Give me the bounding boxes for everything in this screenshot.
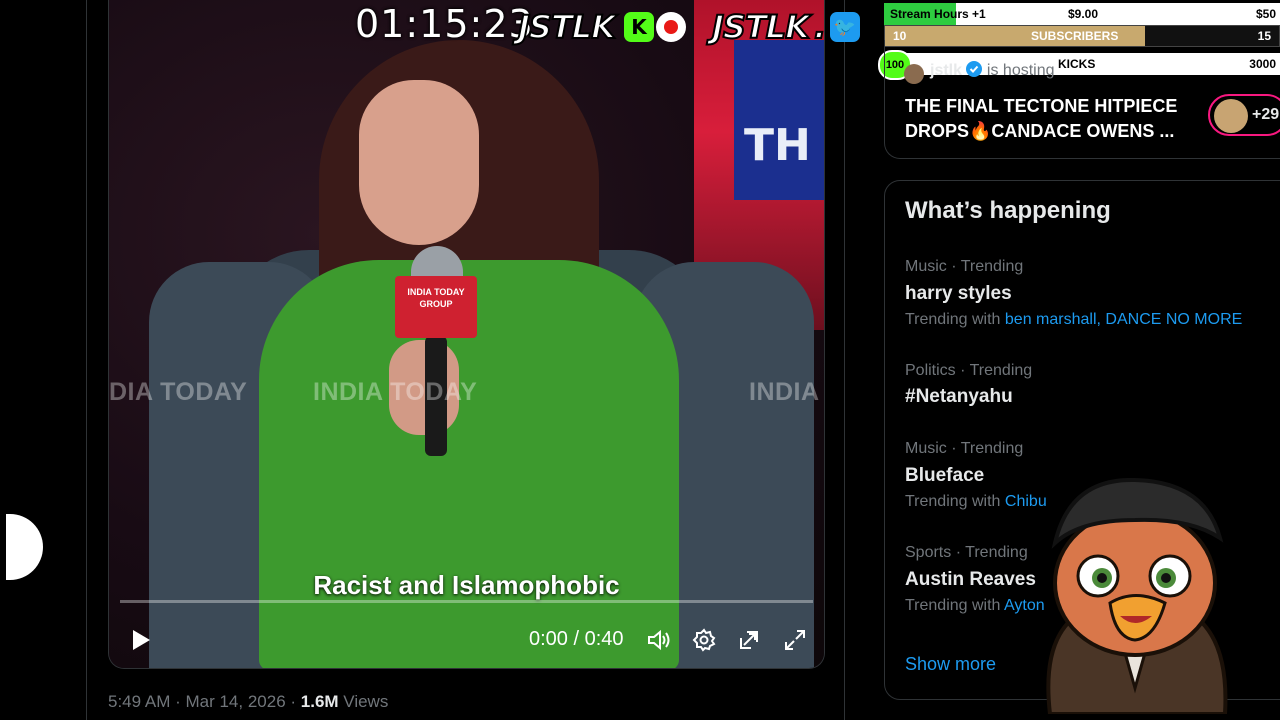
trend-link[interactable]: DANCE NO MORE <box>1105 311 1242 328</box>
speaker-face <box>359 80 479 245</box>
trend-category: Music · Trending <box>905 258 1024 275</box>
listener-count: +29 <box>1252 106 1280 123</box>
watermark-right: INDIA <box>749 378 820 406</box>
whats-happening-heading: What’s happening <box>905 197 1111 224</box>
stage-screen-letters: TH <box>744 120 811 171</box>
video-progress-bar[interactable] <box>120 600 813 603</box>
settings-icon <box>692 628 716 652</box>
tweet-views-label: Views <box>338 692 389 711</box>
fullscreen-icon <box>785 630 805 650</box>
left-column-divider <box>86 0 87 720</box>
space-host[interactable]: jstlk is hosting <box>930 61 1055 80</box>
watermark-left: DIA TODAY <box>109 378 248 406</box>
space-title[interactable]: THE FINAL TECTONE HITPIECE DROPS🔥CANDACE… <box>905 94 1195 144</box>
trend-with-label: Trending with <box>905 597 1001 614</box>
video-time: 0:00 / 0:40 <box>529 628 624 650</box>
video-caption: Racist and Islamophobic <box>313 570 620 600</box>
volume-button[interactable] <box>641 622 677 658</box>
goal-stream-hours: Stream Hours +1 $9.00 $50 <box>884 3 1280 25</box>
space-host-name: jstlk <box>930 62 963 79</box>
settings-button[interactable] <box>686 622 722 658</box>
right-column-divider <box>844 0 845 720</box>
stream-clock: 01:15:23 <box>355 2 534 46</box>
trend-name[interactable]: #Netanyahu <box>905 386 1013 408</box>
microphone-flag: INDIA TODAY GROUP <box>395 276 477 338</box>
tweet-views-count: 1.6M <box>300 692 339 711</box>
pip-button[interactable] <box>731 622 767 658</box>
trend-category: Sports · Trending <box>905 544 1028 561</box>
goal-stream-hours-target: $50 <box>1255 7 1276 21</box>
record-dot-icon <box>664 20 678 34</box>
trend-name[interactable]: Austin Reaves <box>905 569 1036 591</box>
play-button[interactable] <box>123 622 159 658</box>
video-player[interactable]: TH INDIA TODAY GROUP DIA TODAY INDIA TOD… <box>108 0 825 669</box>
trend-name[interactable]: harry styles <box>905 283 1012 305</box>
side-nav-pill[interactable] <box>6 514 43 580</box>
space-listeners[interactable]: +29 <box>1208 94 1280 136</box>
brand-logo-twitter: JSTLK <box>711 7 811 47</box>
trend-with-label: Trending with <box>905 493 1001 510</box>
play-icon <box>133 630 150 650</box>
record-badge <box>656 12 686 42</box>
verified-icon <box>966 61 983 77</box>
brand-logo-sep: . <box>813 7 827 47</box>
goal-stream-hours-amount: $9.00 <box>1068 7 1099 21</box>
fullscreen-button[interactable] <box>777 622 813 658</box>
volume-icon <box>648 629 670 651</box>
trend-with-label: Trending with <box>905 311 1001 328</box>
goal-stream-hours-label: Stream Hours +1 <box>890 7 986 21</box>
mascot-bird-icon <box>1046 478 1228 714</box>
tweet-timestamp[interactable]: 5:49 AM · Mar 14, 2026 · <box>108 692 301 711</box>
space-hosting: is hosting <box>986 62 1055 79</box>
show-more-link[interactable]: Show more <box>905 654 996 675</box>
watermark-center: INDIA TODAY <box>313 378 478 406</box>
trend-link[interactable]: ben marshall <box>1005 311 1097 328</box>
twitter-badge: 🐦 <box>830 12 860 42</box>
pip-icon <box>740 631 758 649</box>
host-avatar <box>904 64 924 84</box>
trend-name[interactable]: Blueface <box>905 465 984 487</box>
trend-category: Politics · Trending <box>905 362 1033 379</box>
trend-with: Trending with Chibu <box>905 493 1047 511</box>
trend-with: Trending with Ayton <box>905 597 1045 615</box>
kick-badge: K <box>624 12 654 42</box>
trend-with: Trending with ben marshall, DANCE NO MOR… <box>905 311 1242 329</box>
trend-category: Music · Trending <box>905 440 1024 457</box>
brand-logo-kick: JSTLK <box>517 7 617 47</box>
tweet-meta: 5:49 AM · Mar 14, 2026 · 1.6M Views <box>108 692 388 712</box>
listener-avatar <box>1214 99 1248 133</box>
